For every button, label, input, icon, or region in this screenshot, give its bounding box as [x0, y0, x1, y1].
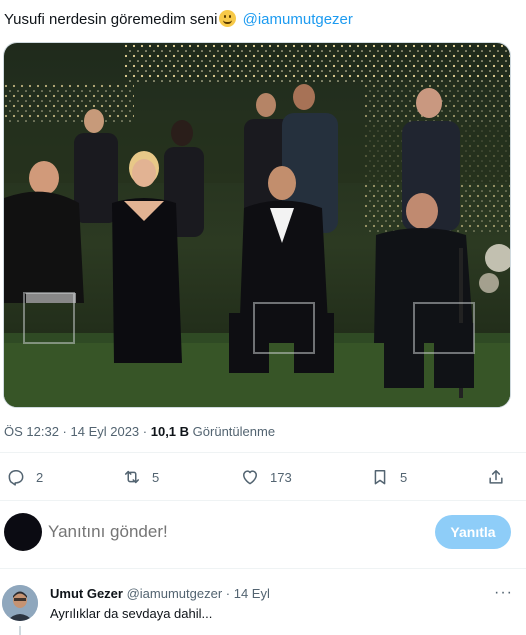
retweet-icon	[125, 470, 139, 484]
tweet-date[interactable]: 14 Eyl 2023	[71, 424, 140, 439]
bookmark-count: 5	[400, 469, 408, 485]
tweet-meta: ÖS 12:32 · 14 Eyl 2023 · 10,1 B Görüntül…	[4, 424, 275, 439]
user-photo-icon	[2, 585, 38, 621]
bookmark-icon	[374, 470, 386, 485]
retweet-count: 5	[152, 469, 160, 485]
reply-author-name[interactable]: Umut Gezer	[50, 586, 123, 601]
reply-date[interactable]: 14 Eyl	[234, 586, 270, 601]
meta-separator-2: ·	[139, 424, 151, 439]
reply-input[interactable]	[48, 520, 408, 544]
more-options-icon[interactable]: ···	[494, 584, 513, 602]
tweet-body: Yusufi nerdesin göremedim seni	[4, 11, 218, 28]
avatar[interactable]	[2, 585, 38, 621]
reply-author-handle[interactable]: @iamumutgezer	[127, 586, 223, 601]
share-action[interactable]	[486, 462, 506, 492]
reply-composer: Yanıtla	[0, 510, 526, 554]
views-count: 10,1 B	[150, 424, 190, 439]
divider	[0, 568, 526, 569]
reply-icon	[8, 470, 24, 486]
reply-count: 2	[36, 469, 44, 485]
reply-text: Ayrılıklar da sevdaya dahil...	[50, 606, 213, 621]
like-count: 173	[270, 469, 292, 485]
share-icon	[489, 470, 503, 484]
like-action[interactable]: 173	[240, 462, 292, 492]
thread-line	[19, 626, 21, 635]
tweet-photo[interactable]	[3, 42, 511, 408]
retweet-action[interactable]: 5	[122, 462, 159, 492]
divider	[0, 452, 526, 453]
smiling-face-emoji-icon	[219, 10, 237, 27]
event-photo-illustration	[4, 43, 510, 407]
reply-separator: ·	[222, 586, 234, 601]
tweet-text: Yusufi nerdesin göremedim seni @iamumutg…	[4, 10, 353, 30]
divider	[0, 500, 526, 501]
meta-separator: ·	[58, 424, 71, 439]
reply-action[interactable]: 2	[6, 462, 43, 492]
avatar	[4, 513, 42, 551]
reply-tweet[interactable]: Umut Gezer @iamumutgezer · 14 Eyl ··· Ay…	[0, 582, 526, 635]
heart-icon	[243, 470, 257, 485]
mention-link[interactable]: @iamumutgezer	[243, 11, 353, 28]
views-label: Görüntülenme	[192, 424, 276, 439]
reply-button[interactable]: Yanıtla	[435, 515, 511, 549]
tweet-actions: 2 5 173 5	[0, 462, 526, 492]
bookmark-action[interactable]: 5	[370, 462, 407, 492]
tweet-time[interactable]: ÖS 12:32	[4, 424, 59, 439]
reply-header: Umut Gezer @iamumutgezer · 14 Eyl	[50, 586, 270, 601]
